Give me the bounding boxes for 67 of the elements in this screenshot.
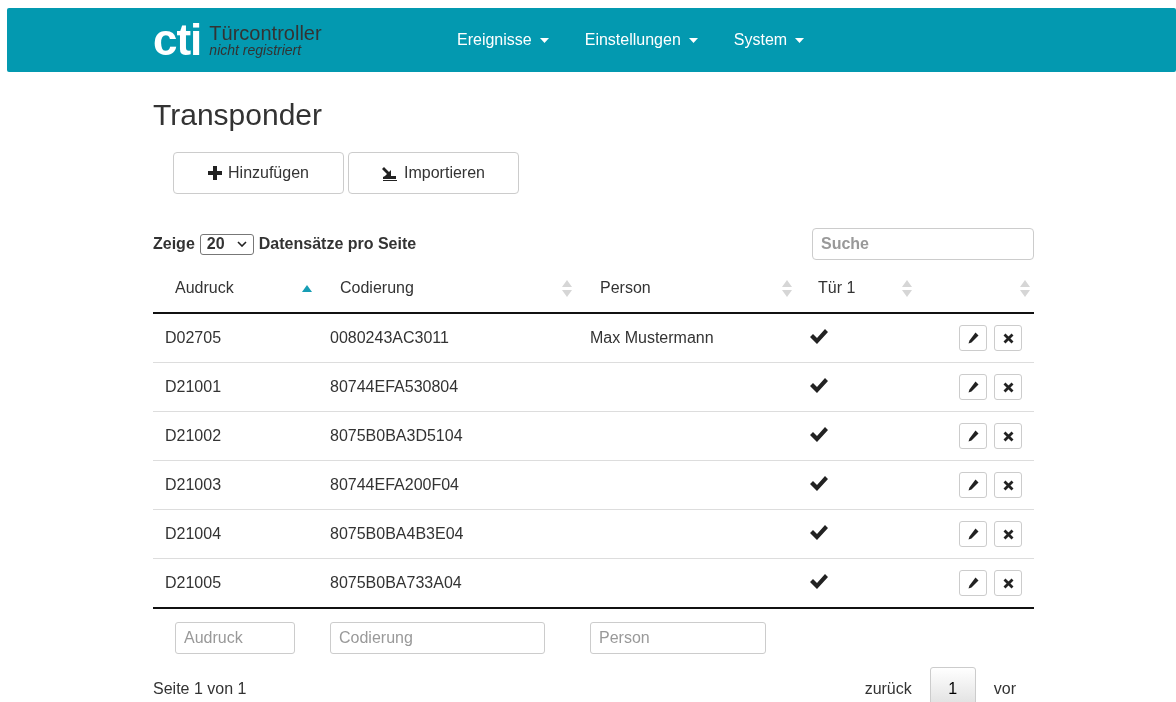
column-label: Person: [600, 279, 651, 297]
app-title: Türcontroller: [209, 23, 322, 43]
delete-button[interactable]: [994, 325, 1022, 352]
edit-button[interactable]: [958, 422, 987, 449]
column-header[interactable]: Tür 1: [796, 264, 916, 313]
page-size-select[interactable]: 20: [199, 233, 254, 255]
edit-button[interactable]: [958, 324, 987, 351]
delete-button[interactable]: [994, 521, 1022, 548]
page-button[interactable]: 1: [929, 667, 976, 702]
filter-field[interactable]: Codierung: [330, 622, 545, 654]
pencil-icon: [966, 478, 979, 491]
import-icon: [382, 165, 399, 181]
edit-button[interactable]: [958, 471, 987, 498]
column-header[interactable]: Audruck: [153, 264, 316, 313]
column-label: Tür 1: [818, 279, 856, 297]
caret-icon: [688, 37, 698, 43]
pencil-icon: [966, 380, 979, 393]
table-cell: D02705: [153, 313, 316, 363]
column-label: Audruck: [175, 279, 234, 297]
close-icon: [1002, 430, 1014, 442]
page-info: Seite 1 von 1: [153, 680, 247, 698]
filter-field[interactable]: Audruck: [175, 622, 295, 654]
column-header[interactable]: Person: [576, 264, 796, 313]
plus-icon: [208, 166, 222, 180]
table-cell: 80744EFA530804: [316, 362, 576, 412]
pencil-icon: [966, 429, 979, 442]
close-icon: [1002, 528, 1014, 540]
search-field[interactable]: Suche: [812, 228, 1034, 260]
edit-button[interactable]: [958, 520, 987, 547]
table-cell: 8075B0BA3D5104: [316, 411, 576, 461]
close-icon: [1002, 332, 1014, 344]
delete-button[interactable]: [994, 570, 1022, 597]
length-label: Datensätze pro Seite: [258, 235, 417, 253]
table-cell: Max Mustermann: [590, 329, 714, 346]
table-cell: D21003: [153, 460, 316, 510]
table-cell: D21002: [153, 411, 316, 461]
table-cell: 8075B0BA4B3E04: [316, 509, 576, 559]
table-cell: 0080243AC3011: [316, 313, 576, 363]
caret-icon: [795, 37, 805, 43]
delete-button[interactable]: [994, 472, 1022, 499]
edit-button[interactable]: [958, 373, 987, 400]
close-icon: [1002, 479, 1014, 491]
caret-icon: [539, 37, 549, 43]
delete-button[interactable]: [994, 374, 1022, 401]
column-header[interactable]: Codierung: [316, 264, 576, 313]
edit-button[interactable]: [958, 569, 987, 596]
pencil-icon: [966, 331, 979, 344]
table-cell: D21001: [153, 362, 316, 412]
close-icon: [1002, 381, 1014, 393]
filter-field[interactable]: Person: [590, 622, 766, 654]
delete-button[interactable]: [994, 423, 1022, 450]
close-icon: [1002, 577, 1014, 589]
page-title: Transponder: [153, 98, 323, 132]
add-button[interactable]: Hinzufügen: [173, 152, 344, 194]
chevron-icon: [236, 241, 247, 247]
column-label: Codierung: [340, 279, 414, 297]
pencil-icon: [966, 576, 979, 589]
app-subtitle: nicht registriert: [209, 43, 303, 57]
table-cell: D21004: [153, 509, 316, 559]
table-cell: 8075B0BA733A04: [316, 558, 576, 608]
table-cell: 80744EFA200F04: [316, 460, 576, 510]
table-cell: D21005: [153, 558, 316, 608]
length-label: Zeige: [153, 235, 195, 253]
previous-link[interactable]: zurück: [846, 680, 930, 698]
next-link[interactable]: vor: [975, 680, 1034, 698]
pencil-icon: [966, 527, 979, 540]
import-button[interactable]: Importieren: [348, 152, 519, 194]
